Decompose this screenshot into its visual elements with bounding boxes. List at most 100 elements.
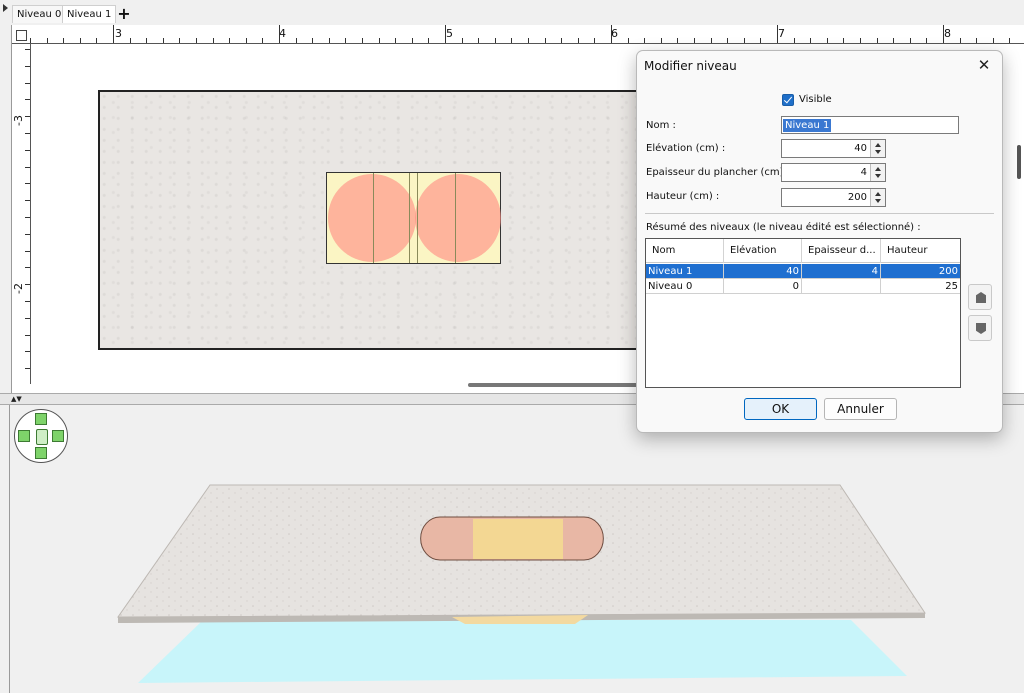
name-input[interactable]: Niveau 1 [781, 116, 959, 134]
ruler-tick [295, 38, 297, 43]
cell-elevation: 40 [724, 264, 802, 279]
ruler-tick [129, 38, 131, 43]
nav-left-icon[interactable] [18, 430, 30, 442]
ruler-tick [860, 38, 861, 43]
opening-circle-left [328, 174, 416, 262]
tab-niveau-1[interactable]: Niveau 1 [62, 5, 117, 23]
dialog-separator [645, 213, 994, 214]
ruler-tick [362, 38, 363, 43]
visible-label: Visible [799, 94, 832, 105]
ruler-label-minus-3: -3 [11, 115, 25, 126]
ruler-tick [710, 38, 712, 43]
ruler-tick [25, 116, 30, 118]
navigation-arrows-icon[interactable] [14, 409, 68, 463]
ruler-label-4: 4 [279, 27, 286, 40]
column-header-hauteur[interactable]: Hauteur [881, 239, 960, 263]
elevation-spinner[interactable]: 40 [781, 139, 886, 158]
level-tab-bar: Niveau 0 Niveau 1 + [0, 0, 1024, 25]
opening-divider [373, 173, 374, 263]
ruler-tick [30, 38, 31, 43]
ruler-tick [25, 284, 30, 286]
cell-elevation: 0 [724, 279, 802, 294]
ruler-tick [826, 38, 828, 43]
ruler-tick [594, 38, 596, 43]
floor-thickness-value: 4 [860, 167, 867, 178]
ruler-tick [245, 38, 247, 43]
ruler-tick [63, 38, 65, 43]
ruler-tick [644, 38, 646, 43]
view-3d[interactable] [10, 405, 1024, 693]
ruler-tick [760, 38, 762, 43]
ruler-label-minus-2: -2 [11, 283, 25, 294]
ruler-tick [1009, 38, 1011, 43]
nav-right-icon[interactable] [52, 430, 64, 442]
ok-button[interactable]: OK [744, 398, 817, 420]
ruler-tick [743, 38, 745, 43]
floor-thickness-spinner[interactable]: 4 [781, 163, 886, 182]
ruler-tick [810, 38, 812, 43]
view3d-left-edge [0, 405, 10, 693]
ruler-tick [328, 38, 330, 43]
ruler-tick [461, 38, 463, 43]
column-header-elevation[interactable]: Elévation [724, 239, 802, 263]
ruler-tick [25, 166, 30, 168]
tab-niveau-0[interactable]: Niveau 0 [12, 5, 67, 23]
nav-zoom-icon[interactable] [36, 429, 48, 445]
splitter-arrows-icon[interactable]: ▲▼ [11, 396, 22, 403]
levels-table-header: Nom Elévation Epaisseur d... Hauteur [646, 239, 960, 263]
ruler-tick [25, 99, 30, 101]
ruler-tick [843, 38, 845, 43]
nav-down-icon[interactable] [35, 447, 47, 459]
ruler-tick [992, 38, 994, 43]
ruler-tick [926, 38, 928, 43]
opening-divider [417, 173, 418, 263]
name-label: Nom : [646, 120, 676, 131]
ruler-tick [229, 38, 231, 43]
ruler-tick [46, 38, 48, 43]
nav-up-icon[interactable] [35, 413, 47, 425]
cancel-button[interactable]: Annuler [824, 398, 897, 420]
ruler-tick [478, 38, 480, 43]
elevation-stepper[interactable] [870, 140, 885, 157]
floor-thickness-label: Epaisseur du plancher (cm) : [646, 167, 791, 178]
plan-horizontal-scrollbar[interactable] [468, 383, 638, 387]
ruler-tick [25, 183, 30, 185]
ruler-tick [611, 25, 612, 43]
height-stepper[interactable] [870, 189, 885, 206]
levels-table[interactable]: Nom Elévation Epaisseur d... Hauteur Niv… [645, 238, 961, 388]
plus-icon[interactable]: + [115, 5, 133, 23]
ruler-label-3: 3 [115, 27, 122, 40]
ruler-tick [25, 317, 30, 319]
ruler-tick [25, 250, 30, 252]
ruler-tick [25, 301, 30, 302]
ruler-tick [25, 368, 30, 370]
floor-thickness-stepper[interactable] [870, 164, 885, 181]
opening-circle-right [415, 174, 501, 262]
cell-thickness [802, 279, 881, 294]
ruler-tick [395, 38, 397, 43]
column-header-nom[interactable]: Nom [646, 239, 724, 263]
table-row[interactable]: Niveau 1 40 4 200 [646, 264, 960, 279]
level-up-button[interactable] [968, 284, 992, 310]
ruler-tick [25, 267, 30, 269]
ruler-tick [694, 38, 695, 43]
close-icon[interactable]: ✕ [976, 57, 992, 73]
column-header-thickness[interactable]: Epaisseur d... [802, 239, 881, 263]
ruler-tick [777, 25, 778, 43]
table-row[interactable]: Niveau 0 0 25 [646, 279, 960, 294]
ruler-tick [411, 38, 413, 43]
ruler-tick [677, 38, 679, 43]
plan-vertical-scrollbar[interactable] [1017, 145, 1021, 179]
ruler-tick [212, 38, 214, 43]
level-down-button[interactable] [968, 315, 992, 341]
ruler-tick [25, 82, 30, 84]
stairwell-opening[interactable] [326, 172, 501, 264]
ruler-tick [909, 38, 911, 43]
height-spinner[interactable]: 200 [781, 188, 886, 207]
ruler-tick [660, 38, 662, 43]
ruler-tick [96, 38, 98, 43]
cell-name: Niveau 0 [646, 279, 724, 294]
visible-checkbox[interactable] [782, 94, 794, 106]
ruler-tick [279, 25, 280, 43]
scroll-tabs-arrow-icon[interactable] [3, 4, 11, 20]
